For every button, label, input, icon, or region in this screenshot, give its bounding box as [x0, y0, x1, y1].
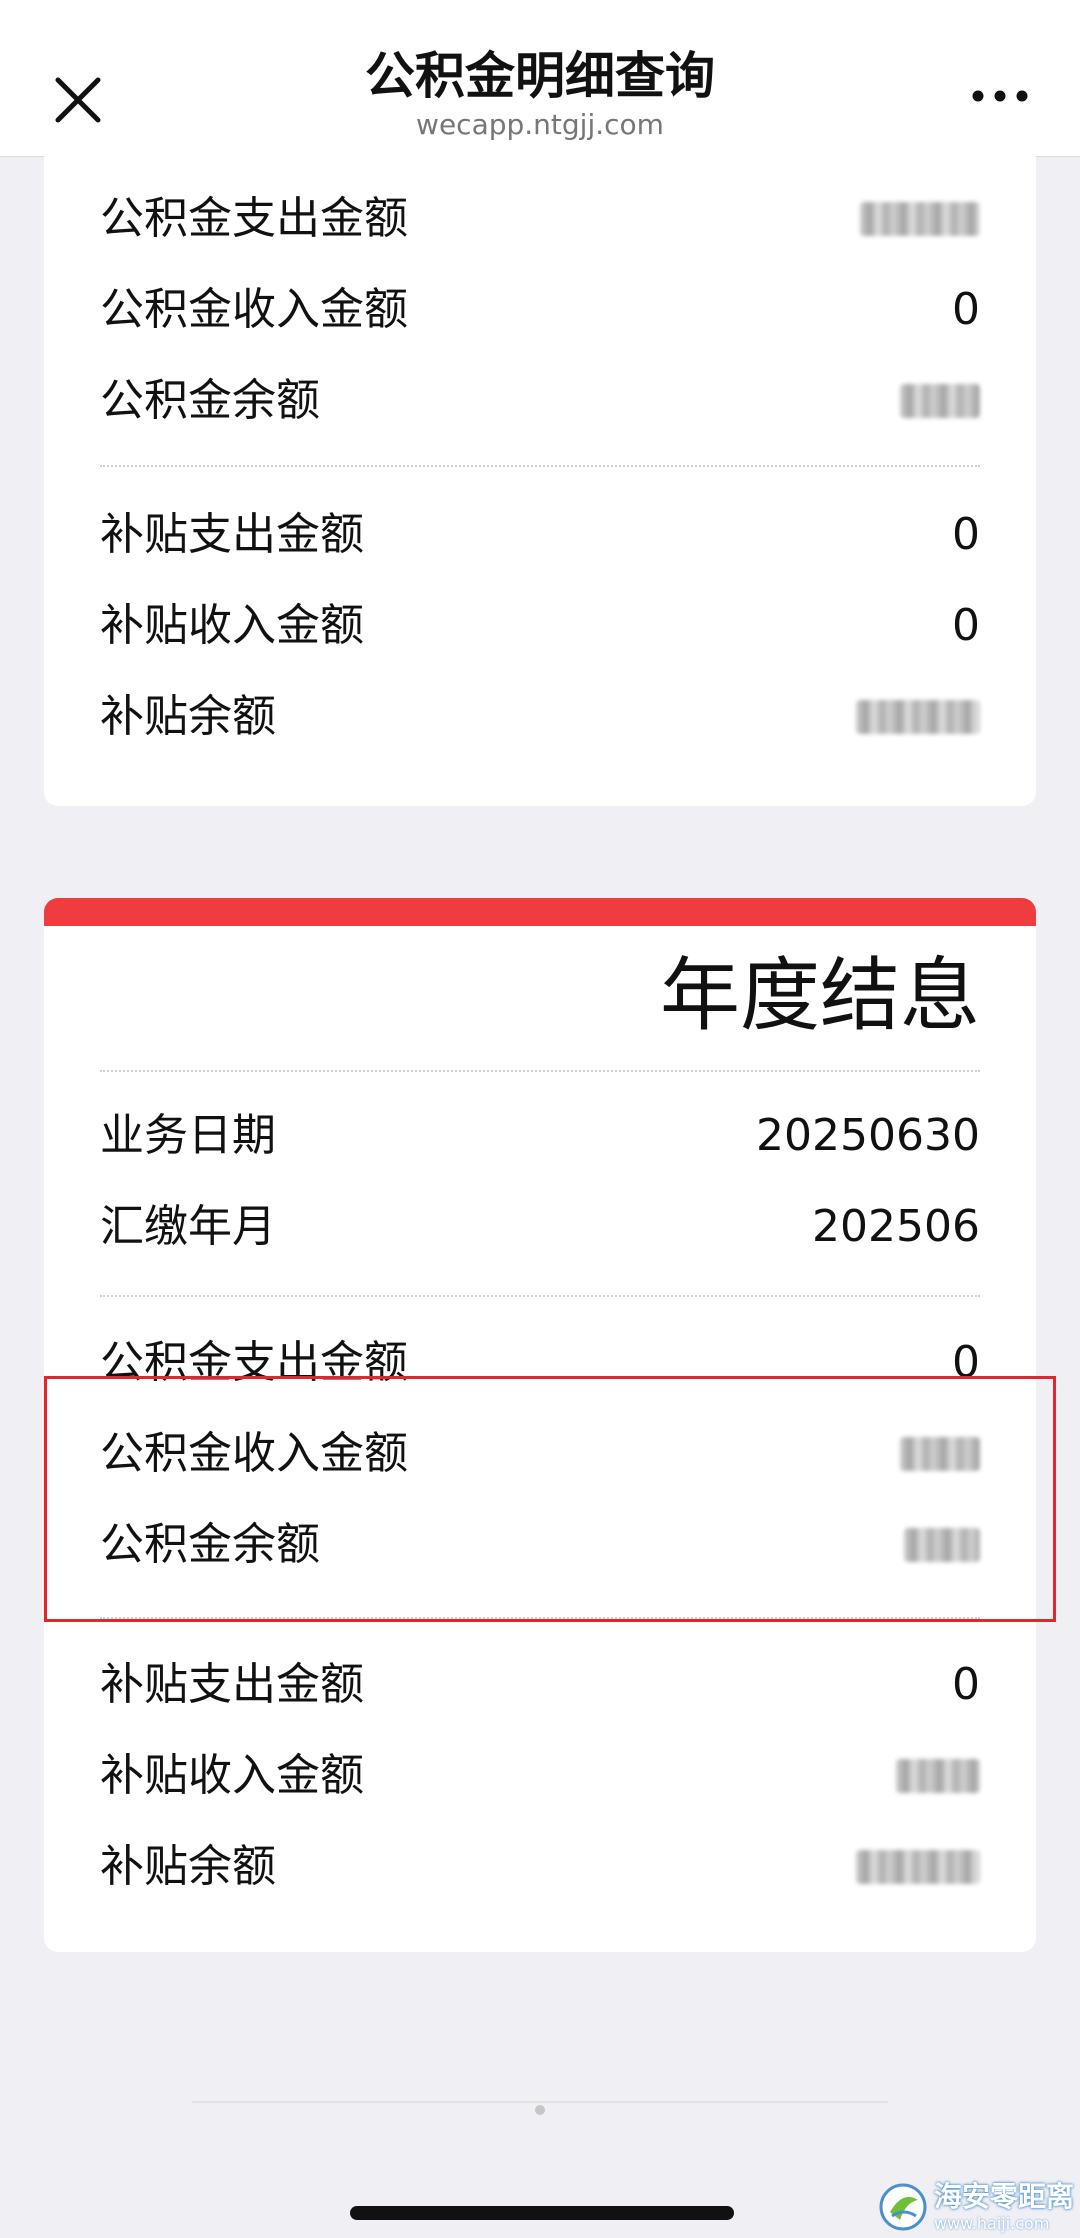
watermark-url: www.haiji.com: [934, 2214, 1050, 2233]
row-label: 补贴收入金额: [100, 1750, 364, 1801]
highlight-box: [44, 1376, 1056, 1622]
row-label: 公积金支出金额: [100, 193, 408, 244]
detail-row: 公积金余额: [100, 356, 980, 446]
row-label: 补贴余额: [100, 1841, 276, 1892]
row-label: 补贴支出金额: [100, 1659, 364, 1710]
row-label: 补贴收入金额: [100, 600, 364, 651]
row-label: 公积金余额: [100, 375, 320, 426]
detail-row: 公积金支出金额: [100, 174, 980, 264]
page-domain: wecapp.ntgjj.com: [416, 108, 664, 141]
detail-row: 补贴支出金额 0: [100, 1640, 980, 1730]
detail-row: 补贴支出金额 0: [100, 490, 980, 580]
row-value: 0: [952, 600, 980, 651]
row-label: 汇缴年月: [100, 1201, 276, 1252]
detail-row: 业务日期 20250630: [100, 1091, 980, 1181]
watermark: 海安零距离 www.haiji.com: [878, 2180, 1078, 2238]
row-label: 补贴余额: [100, 691, 276, 742]
detail-row: 公积金收入金额 0: [100, 265, 980, 355]
masked-value: [900, 384, 980, 418]
detail-row: 补贴收入金额 0: [100, 581, 980, 671]
more-icon[interactable]: [972, 88, 1028, 104]
detail-row: 补贴收入金额: [100, 1731, 980, 1821]
card-accent-bar: [44, 898, 1036, 926]
pager-dot: [535, 2105, 545, 2115]
card-title: 年度结息: [660, 949, 980, 1042]
row-value: 0: [952, 509, 980, 560]
row-value: 202506: [812, 1201, 980, 1252]
detail-row: 补贴余额: [100, 1822, 980, 1912]
watermark-name: 海安零距离: [934, 2180, 1075, 2213]
row-label: 公积金收入金额: [100, 284, 408, 335]
divider: [100, 1295, 980, 1297]
row-label: 补贴支出金额: [100, 509, 364, 560]
row-value: 0: [952, 1659, 980, 1710]
pager-line: [192, 2101, 888, 2103]
row-value: 20250630: [756, 1110, 980, 1161]
divider: [100, 1070, 980, 1072]
masked-value: [860, 202, 980, 236]
watermark-logo-icon: [879, 2183, 927, 2231]
page-title: 公积金明细查询: [365, 47, 715, 105]
row-value: 0: [952, 284, 980, 335]
masked-value: [856, 1850, 980, 1884]
detail-row: 补贴余额: [100, 672, 980, 762]
detail-card-previous: 公积金支出金额 公积金收入金额 0 公积金余额 补贴支出金额 0 补贴收入金额 …: [44, 140, 1036, 806]
nav-bar: 公积金明细查询 wecapp.ntgjj.com: [0, 0, 1080, 157]
home-indicator[interactable]: [350, 2206, 734, 2220]
masked-value: [896, 1759, 980, 1793]
row-label: 业务日期: [100, 1110, 276, 1161]
masked-value: [856, 700, 980, 734]
detail-row: 汇缴年月 202506: [100, 1182, 980, 1272]
divider: [100, 465, 980, 467]
